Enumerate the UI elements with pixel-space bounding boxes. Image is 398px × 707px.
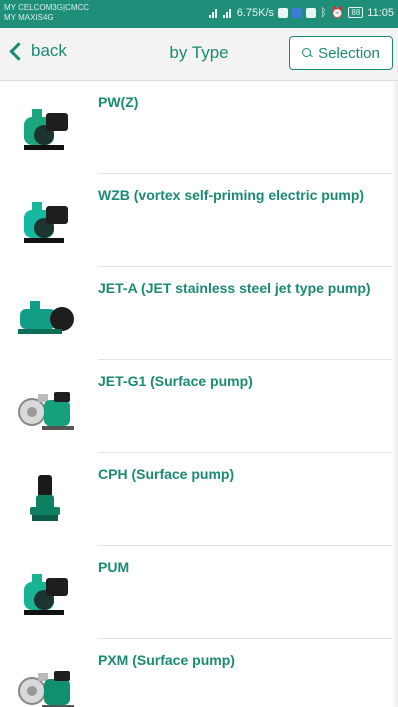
list-item[interactable]: PXM (Surface pump) — [0, 639, 398, 707]
pump-jet-g1-icon — [14, 380, 80, 436]
bluetooth-icon: ᛒ — [320, 6, 327, 19]
list-item-label: PUM — [98, 559, 130, 575]
list-item-label: CPH (Surface pump) — [98, 466, 235, 482]
list-item[interactable]: JET-A (JET stainless steel jet type pump… — [0, 267, 398, 360]
list-item[interactable]: CPH (Surface pump) — [0, 453, 398, 546]
list-item-label: PXM (Surface pump) — [98, 652, 235, 668]
nav-header: back by Type Selection — [0, 28, 398, 81]
signal-icon — [208, 8, 219, 18]
selection-label: Selection — [318, 44, 380, 62]
selection-button[interactable]: Selection — [289, 36, 393, 70]
carrier-line-1: MY CELCOM3G|CMCC — [4, 3, 90, 12]
pump-cph-icon — [14, 473, 80, 529]
list-item[interactable]: WZB (vortex self-priming electric pump) — [0, 174, 398, 267]
app-icon — [292, 7, 303, 18]
pump-pum-icon — [14, 566, 80, 622]
network-speed: 6.75K/s — [236, 6, 275, 19]
status-bar: MY CELCOM3G|CMCC MY MAXIS4G 6.75K/s ᛒ ⏰ … — [0, 0, 398, 28]
clock: 11:05 — [367, 6, 394, 19]
signal-icon-2 — [222, 8, 233, 18]
pump-wzb-icon — [14, 194, 80, 250]
carrier-info: MY CELCOM3G|CMCC MY MAXIS4G — [4, 3, 89, 23]
pump-pw-icon — [14, 101, 80, 157]
battery-icon: 88 — [348, 7, 364, 18]
message-icon — [306, 7, 317, 18]
notification-icon — [278, 7, 289, 18]
carrier-line-2: MY MAXIS4G — [4, 13, 54, 22]
list-item-label: PW(Z) — [98, 94, 139, 110]
pump-type-list: PW(Z) WZB (vortex self-priming electric … — [0, 81, 398, 707]
alarm-icon: ⏰ — [330, 7, 345, 19]
pump-pxm-icon — [14, 659, 80, 707]
pump-jet-a-icon — [14, 287, 80, 343]
list-item[interactable]: PUM — [0, 546, 398, 639]
list-item-label: JET-A (JET stainless steel jet type pump… — [98, 280, 371, 296]
list-item[interactable]: PW(Z) — [0, 81, 398, 174]
list-item[interactable]: JET-G1 (Surface pump) — [0, 360, 398, 453]
scroll-edge — [392, 81, 398, 707]
list-item-label: JET-G1 (Surface pump) — [98, 373, 253, 389]
search-icon — [302, 48, 314, 58]
list-item-label: WZB (vortex self-priming electric pump) — [98, 187, 365, 203]
